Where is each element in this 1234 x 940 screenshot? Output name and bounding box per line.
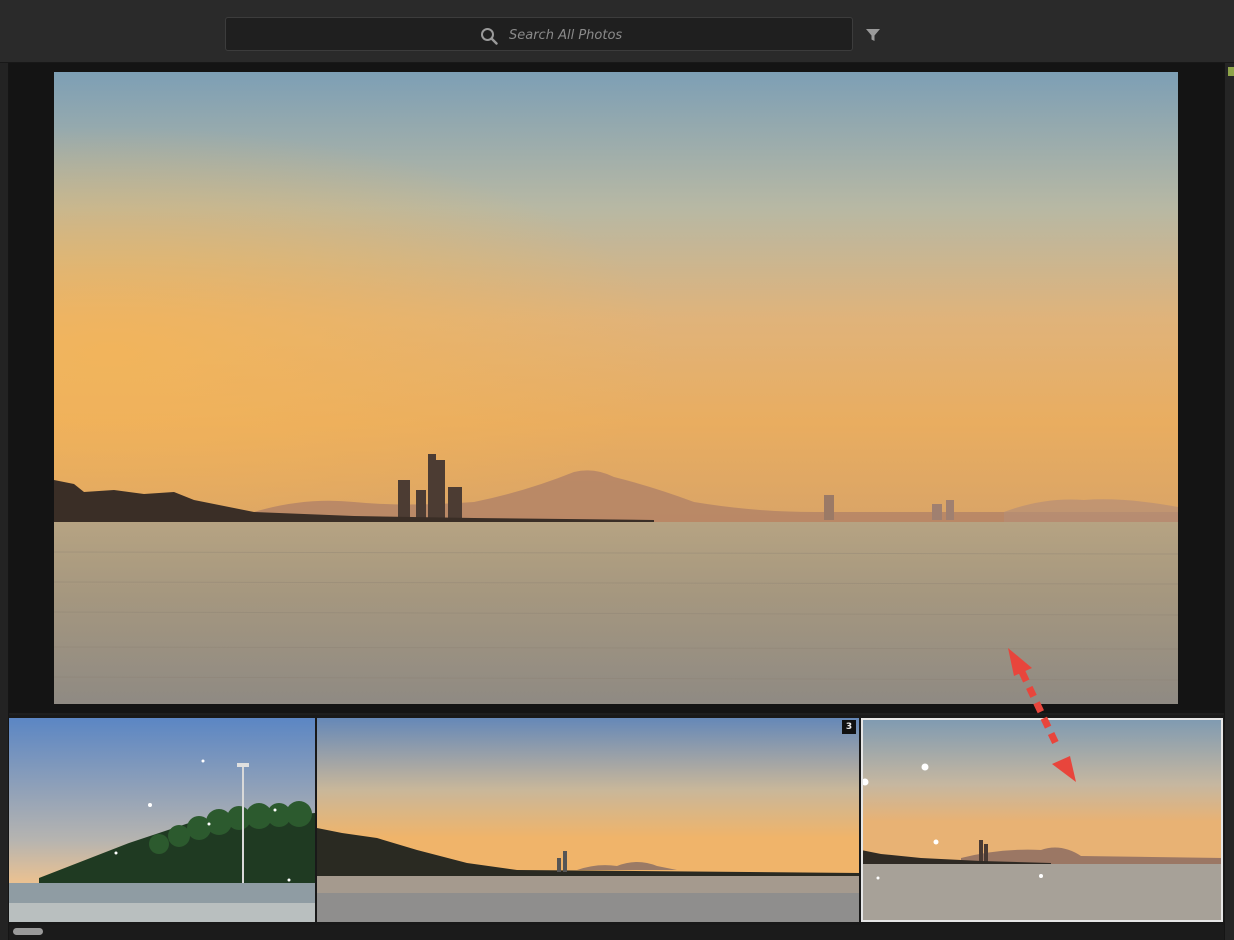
search-icon	[481, 28, 498, 45]
main-photo[interactable]	[54, 72, 1178, 704]
filmstrip-scroll-thumb[interactable]	[13, 928, 43, 935]
stack-count-badge: 3	[842, 720, 856, 734]
thumbnail-beach-palms[interactable]	[9, 718, 315, 922]
annotation-arrow-icon	[1008, 648, 1076, 782]
right-panel-edge[interactable]	[1224, 63, 1234, 940]
search-input[interactable]: Search All Photos	[225, 17, 853, 51]
filmstrip-scrollbar[interactable]	[9, 925, 1224, 940]
left-panel-edge[interactable]	[0, 63, 9, 940]
panel-indicator	[1228, 67, 1234, 76]
search-placeholder: Search All Photos	[509, 28, 623, 43]
filter-icon[interactable]	[865, 27, 881, 43]
top-toolbar: Search All Photos	[0, 0, 1234, 63]
thumbnail-coast-wide[interactable]	[317, 718, 859, 922]
